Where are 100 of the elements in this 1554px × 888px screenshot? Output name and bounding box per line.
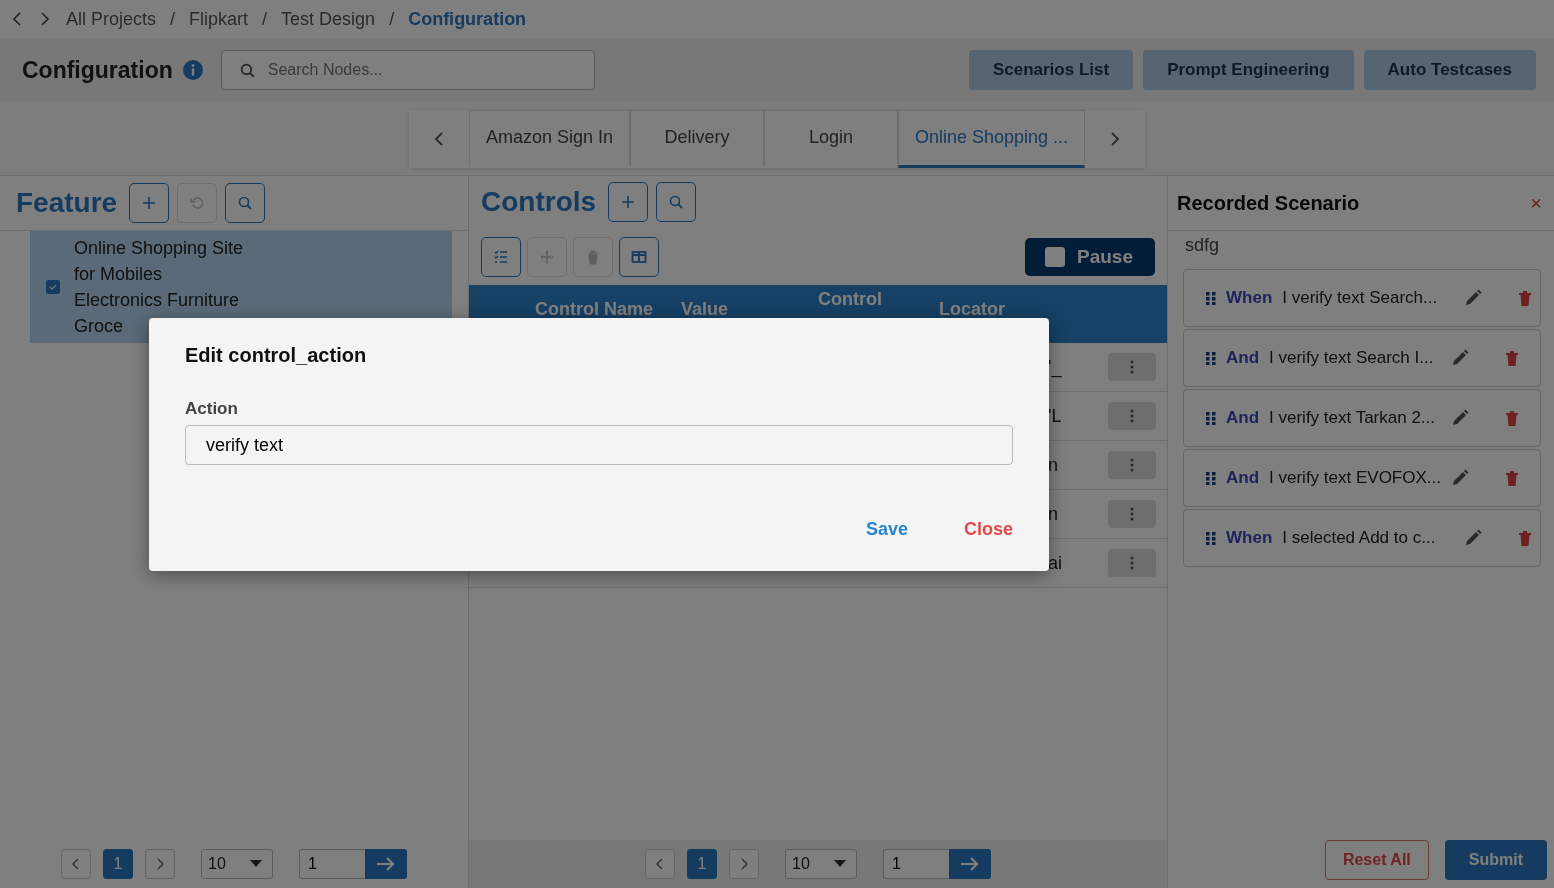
column-header[interactable]: Locator	[939, 299, 1005, 320]
step-card[interactable]: And I verify text Search I...	[1183, 329, 1541, 387]
kebab-icon	[1130, 458, 1134, 472]
panel-title: Feature	[16, 187, 118, 219]
page-button[interactable]: 1	[103, 849, 133, 879]
table-cell-text: n	[1048, 503, 1059, 525]
pencil-icon	[1451, 349, 1470, 367]
go-to-page-field[interactable]: 1	[883, 849, 949, 879]
page-size-select[interactable]: 10	[201, 849, 273, 879]
columns-icon	[631, 248, 647, 265]
page-button[interactable]: 1	[687, 849, 717, 879]
pencil-icon	[1464, 529, 1483, 547]
header-button[interactable]: Scenarios List	[968, 50, 1134, 90]
add-button[interactable]	[129, 183, 170, 223]
header-button[interactable]: Prompt Engineering	[1143, 50, 1354, 90]
header-button[interactable]: Auto Testcases	[1363, 50, 1536, 90]
breadcrumb-separator: /	[262, 8, 268, 30]
kebab-icon	[1130, 360, 1134, 374]
dialog-title: Edit control_action	[185, 344, 368, 367]
previous-page-button[interactable]	[61, 849, 91, 879]
pause-button[interactable]: Pause	[1025, 237, 1155, 276]
kebab-icon	[1130, 556, 1134, 570]
step-text: I verify text Search...	[1282, 288, 1439, 308]
edit-button[interactable]	[1451, 469, 1470, 487]
chevron-right-icon	[155, 858, 165, 870]
chevron-right-icon	[739, 858, 749, 870]
submit-button[interactable]: Submit	[1444, 840, 1547, 880]
caret-icon	[834, 860, 846, 868]
search-button[interactable]	[225, 183, 266, 223]
next-page-button[interactable]	[145, 849, 175, 879]
table-cell-text: ai	[1048, 552, 1063, 574]
pencil-icon	[1451, 469, 1470, 487]
close-button[interactable]: ×	[1530, 191, 1542, 215]
previous-page-button[interactable]	[645, 849, 675, 879]
drag-handle-icon[interactable]	[1206, 531, 1216, 545]
search-icon	[668, 194, 685, 210]
next-page-button[interactable]	[729, 849, 759, 879]
close-button[interactable]: Close	[963, 519, 1013, 540]
tab[interactable]: Amazon Sign In	[468, 109, 630, 168]
action-field[interactable]: verify text	[185, 425, 1013, 465]
drag-handle-icon[interactable]	[1206, 291, 1216, 305]
arrow-right-icon	[376, 856, 396, 872]
pencil-icon	[1451, 409, 1470, 427]
trash-icon	[585, 248, 601, 265]
table-cell-text: 'L	[1048, 405, 1063, 427]
edit-button[interactable]	[1451, 409, 1470, 427]
column-header[interactable]: Control	[818, 289, 882, 310]
search-button[interactable]	[656, 182, 697, 222]
back-icon[interactable]	[10, 12, 24, 26]
page-size-select[interactable]: 10	[785, 849, 857, 879]
column-header[interactable]: Control Name	[535, 299, 653, 320]
tab[interactable]: Login	[764, 109, 898, 168]
step-keyword: When	[1226, 288, 1273, 308]
panel-title: Controls	[481, 186, 597, 218]
plus-icon	[141, 195, 158, 211]
breadcrumb-separator: /	[170, 8, 176, 30]
tab[interactable]: Delivery	[630, 109, 764, 168]
forward-icon[interactable]	[38, 12, 52, 26]
step-card[interactable]: And I verify text EVOFOX...	[1183, 449, 1541, 507]
go-button[interactable]	[949, 849, 991, 879]
drag-handle-icon[interactable]	[1206, 351, 1216, 365]
breadcrumb-link[interactable]: Flipkart	[189, 8, 249, 30]
field-label: Action	[185, 399, 239, 419]
breadcrumb-link[interactable]: Configuration	[408, 8, 527, 30]
add-button[interactable]	[608, 182, 649, 222]
step-text: I selected Add to c...	[1282, 528, 1437, 548]
step-keyword: And	[1226, 468, 1260, 488]
edit-button[interactable]	[1464, 529, 1483, 547]
checklist-button[interactable]	[481, 236, 521, 277]
step-text: I verify text Tarkan 2...	[1269, 408, 1437, 428]
drag-handle-icon[interactable]	[1206, 471, 1216, 485]
table-cell-text: n	[1048, 454, 1059, 476]
drag-handle-icon[interactable]	[1206, 411, 1216, 425]
go-button[interactable]	[365, 849, 407, 879]
go-to-page-field[interactable]: 1	[299, 849, 365, 879]
tab[interactable]: Online Shopping ...	[898, 109, 1086, 168]
search-icon	[237, 195, 254, 211]
save-button[interactable]: Save	[865, 519, 908, 540]
step-keyword: When	[1226, 528, 1273, 548]
search-field[interactable]: Search Nodes...	[220, 50, 595, 90]
step-card[interactable]: When I selected Add to c...	[1183, 509, 1541, 567]
info-icon[interactable]	[182, 60, 203, 80]
panel-title: Recorded Scenario	[1177, 191, 1360, 215]
chevron-left-icon	[655, 858, 665, 870]
checkbox[interactable]	[46, 280, 60, 294]
step-card[interactable]: When I verify text Search...	[1183, 269, 1541, 327]
step-card[interactable]: And I verify text Tarkan 2...	[1183, 389, 1541, 447]
edit-button[interactable]	[1464, 289, 1483, 307]
kebab-icon	[1130, 409, 1134, 423]
undo-icon	[189, 195, 206, 211]
reset-all-button[interactable]: Reset All	[1324, 840, 1429, 880]
checklist-icon	[493, 248, 509, 265]
edit-button[interactable]	[1451, 349, 1470, 367]
caret-icon	[250, 860, 262, 868]
kebab-icon	[1130, 507, 1134, 521]
page-title: Configuration	[22, 56, 173, 84]
breadcrumb-link[interactable]: All Projects	[66, 8, 157, 30]
columns-button[interactable]	[619, 236, 659, 277]
column-header[interactable]: Value	[681, 299, 729, 320]
breadcrumb-link[interactable]: Test Design	[281, 8, 376, 30]
